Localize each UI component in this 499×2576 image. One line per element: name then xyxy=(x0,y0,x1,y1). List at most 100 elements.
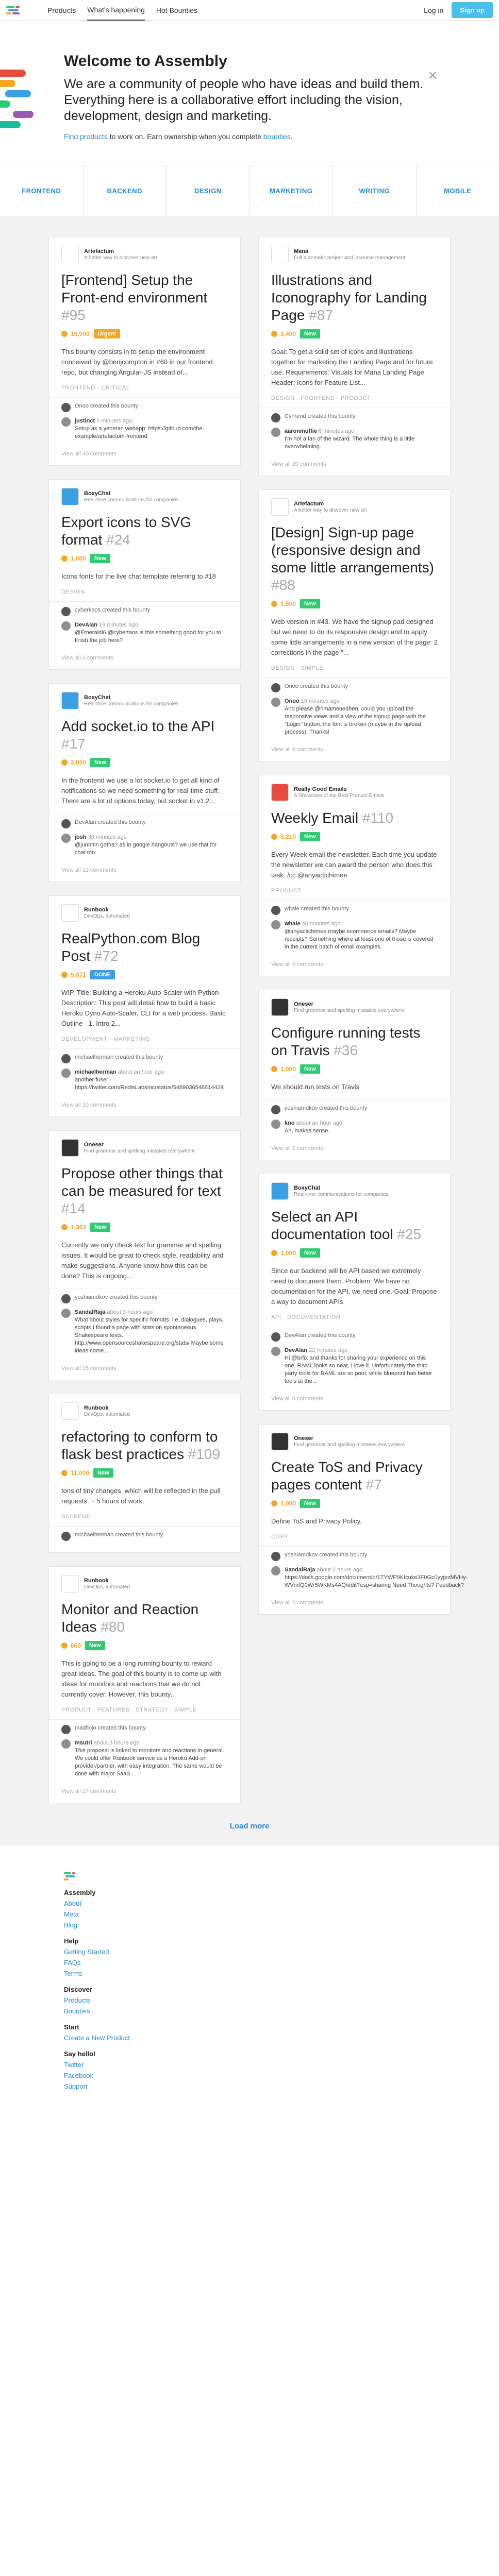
comment-author[interactable]: msutri xyxy=(75,1740,92,1746)
footer-facebook-link[interactable]: Facebook xyxy=(64,2072,499,2079)
bounty-title-text[interactable]: Illustrations and Iconography for Landin… xyxy=(271,272,427,323)
bounty-title[interactable]: Illustrations and Iconography for Landin… xyxy=(271,272,438,324)
footer-bounties-link[interactable]: Bounties xyxy=(64,2007,499,2015)
bounty-title-text[interactable]: Select an API documentation tool xyxy=(271,1209,393,1242)
bounty-title[interactable]: RealPython.com Blog Post #72 xyxy=(61,930,228,965)
category-writing[interactable]: WRITING xyxy=(333,165,417,216)
project-header[interactable]: Oneser Find grammar and spelling mistakes… xyxy=(61,1139,228,1157)
bounty-tags[interactable]: API · DOCUMENTATION xyxy=(271,1314,438,1320)
view-all-comments-link[interactable]: View all 20 comments xyxy=(259,458,450,471)
bounty-title-text[interactable]: [Design] Sign-up page (responsive design… xyxy=(271,524,434,575)
project-header[interactable]: BoxyChat Real-time communications for com… xyxy=(61,692,228,709)
view-all-comments-link[interactable]: View all 2 comments xyxy=(259,1597,450,1610)
comment-author[interactable]: justinct xyxy=(75,418,95,424)
project-header[interactable]: BoxyChat Real-time communications for com… xyxy=(271,1182,438,1200)
bounty-title[interactable]: Add socket.io to the API #17 xyxy=(61,718,228,753)
bounty-title[interactable]: Configure running tests on Travis #36 xyxy=(271,1024,438,1059)
comment-author[interactable]: SandalRaja xyxy=(285,1567,315,1573)
bounty-tags[interactable]: COPY xyxy=(271,1534,438,1540)
bounty-card[interactable]: Artefactum A better way to discover new a… xyxy=(48,237,241,466)
footer-about-link[interactable]: About xyxy=(64,1900,499,1907)
view-all-comments-link[interactable]: View all 40 comments xyxy=(49,448,240,461)
bounty-title[interactable]: Select an API documentation tool #25 xyxy=(271,1208,438,1243)
category-mobile[interactable]: MOBILE xyxy=(417,165,499,216)
load-more-button[interactable]: Load more xyxy=(230,1822,270,1831)
bounty-card[interactable]: Runbook DevOps, automated Monitor and Reac… xyxy=(48,1566,241,1803)
bounty-title-text[interactable]: Add socket.io to the API xyxy=(61,718,214,734)
bounty-card[interactable]: Oneser Find grammar and spelling mistakes… xyxy=(258,1424,468,1615)
comment-author[interactable]: kno xyxy=(285,1120,295,1126)
comment-author[interactable]: Onoo xyxy=(285,698,300,704)
bounty-card[interactable]: BoxyChat Real-time communications for com… xyxy=(48,683,241,882)
footer-create-product-link[interactable]: Create a New Product xyxy=(64,2034,499,2042)
project-header[interactable]: Mana Full automatic project and increase … xyxy=(271,246,438,263)
nav-hot-bounties-link[interactable]: Hot Bounties xyxy=(156,1,197,20)
view-all-comments-link[interactable]: View all 4 comments xyxy=(259,743,450,757)
bounty-card[interactable]: BoxyChat Real-time communications for com… xyxy=(258,1174,451,1411)
project-header[interactable]: Oneser Find grammar and spelling mistakes… xyxy=(271,998,438,1016)
bounty-tags[interactable]: DESIGN · SIMPLE xyxy=(271,665,438,671)
bounty-title-text[interactable]: RealPython.com Blog Post xyxy=(61,930,200,964)
bounty-tags[interactable]: BACKEND xyxy=(61,1514,228,1520)
bounties-link[interactable]: bounties xyxy=(263,132,291,141)
view-all-comments-link[interactable]: View all 20 comments xyxy=(49,1099,240,1112)
bounty-title[interactable]: [Design] Sign-up page (responsive design… xyxy=(271,524,438,594)
nav-whats-happening-link[interactable]: What's happening xyxy=(87,0,145,21)
project-header[interactable]: Really Good Emails A Showcase of the Best… xyxy=(271,784,438,801)
assembly-logo-icon[interactable] xyxy=(6,5,37,15)
footer-twitter-link[interactable]: Twitter xyxy=(64,2061,499,2069)
bounty-tags[interactable]: PRODUCT xyxy=(271,888,438,894)
project-header[interactable]: Artefactum A better way to discover new a… xyxy=(271,498,438,516)
comment-author[interactable]: aaronmuffie xyxy=(285,428,317,434)
close-icon[interactable]: × xyxy=(428,67,437,84)
comment-author[interactable]: josh xyxy=(75,834,87,840)
view-all-comments-link[interactable]: View all 4 comments xyxy=(259,958,450,972)
footer-blog-link[interactable]: Blog xyxy=(64,1921,499,1929)
project-header[interactable]: BoxyChat Real-time communications for com… xyxy=(61,488,228,505)
project-header[interactable]: Runbook DevOps, automated xyxy=(61,904,228,922)
view-all-comments-link[interactable]: View all 15 comments xyxy=(49,1362,240,1376)
bounty-title[interactable]: Weekly Email #110 xyxy=(271,809,438,827)
signup-button[interactable]: Sign up xyxy=(452,2,493,18)
project-header[interactable]: Runbook DevOps, automated xyxy=(61,1575,228,1592)
view-all-comments-link[interactable]: View all 3 comments xyxy=(49,652,240,665)
bounty-card[interactable]: Mana Full automatic project and increase … xyxy=(258,237,451,476)
bounty-title[interactable]: Create ToS and Privacy pages content #7 xyxy=(271,1459,438,1494)
bounty-title[interactable]: refactoring to conform to flask best pra… xyxy=(61,1428,228,1463)
footer-getting-started-link[interactable]: Getting Started xyxy=(64,1948,499,1956)
bounty-card[interactable]: Oneser Find grammar and spelling mistakes… xyxy=(48,1130,241,1380)
footer-terms-link[interactable]: Terms xyxy=(64,1970,499,1977)
nav-products-link[interactable]: Products xyxy=(47,1,76,20)
footer-logo-icon[interactable] xyxy=(64,1872,90,1880)
comment-author[interactable]: DevAlan xyxy=(75,622,97,628)
view-all-comments-link[interactable]: View all 8 comments xyxy=(259,1393,450,1406)
comment-author[interactable]: DevAlan xyxy=(285,1347,307,1353)
login-link[interactable]: Log in xyxy=(424,6,443,14)
view-all-comments-link[interactable]: View all 17 comments xyxy=(49,1785,240,1799)
footer-products-link[interactable]: Products xyxy=(64,1996,499,2004)
comment-author[interactable]: michaelherman xyxy=(75,1069,117,1075)
bounty-card[interactable]: Oneser Find grammar and spelling mistakes… xyxy=(258,990,451,1160)
bounty-tags[interactable]: DEVELOPMENT · MARKETING xyxy=(61,1036,228,1042)
bounty-title-text[interactable]: Monitor and Reaction Ideas xyxy=(61,1601,198,1635)
bounty-card[interactable]: BoxyChat Real-time communications for com… xyxy=(48,479,241,670)
bounty-title-text[interactable]: Create ToS and Privacy pages content xyxy=(271,1459,423,1493)
bounty-tags[interactable]: DESIGN · FRONTEND · PRODUCT xyxy=(271,395,438,401)
bounty-card[interactable]: Runbook DevOps, automated RealPython.com B… xyxy=(48,895,241,1117)
bounty-title[interactable]: Monitor and Reaction Ideas #80 xyxy=(61,1601,228,1636)
project-header[interactable]: Artefactum A better way to discover new a… xyxy=(61,246,228,263)
footer-faqs-link[interactable]: FAQs xyxy=(64,1959,499,1967)
bounty-card[interactable]: Runbook DevOps, automated refactoring to c… xyxy=(48,1394,241,1553)
comment-author[interactable]: SandalRaja xyxy=(75,1309,105,1315)
bounty-title-text[interactable]: [Frontend] Setup the Front-end environme… xyxy=(61,272,207,306)
comment-author[interactable]: whale xyxy=(285,921,301,927)
view-all-comments-link[interactable]: View all 2 comments xyxy=(259,1142,450,1156)
find-products-link[interactable]: Find products xyxy=(64,132,108,141)
category-backend[interactable]: BACKEND xyxy=(84,165,167,216)
bounty-tags[interactable]: FRONTEND · CRITICAL xyxy=(61,385,228,391)
category-frontend[interactable]: FRONTEND xyxy=(0,165,84,216)
project-header[interactable]: Oneser Find grammar and spelling mistakes… xyxy=(271,1433,438,1450)
bounty-tags[interactable]: PRODUCT · FEATURES · STRATEGY · SIMPLE xyxy=(61,1707,228,1713)
bounty-title[interactable]: [Frontend] Setup the Front-end environme… xyxy=(61,272,228,324)
project-header[interactable]: Runbook DevOps, automated xyxy=(61,1402,228,1420)
